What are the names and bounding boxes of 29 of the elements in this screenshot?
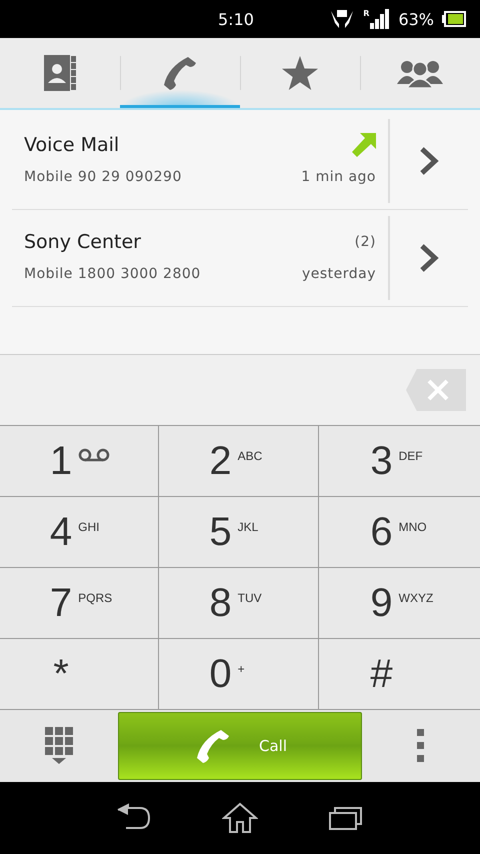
contacts-icon [44, 55, 76, 91]
battery-percent: 63% [398, 10, 434, 28]
close-icon [426, 378, 450, 402]
battery-icon [442, 11, 466, 27]
recent-apps-button[interactable] [328, 805, 364, 831]
chevron-icon [419, 146, 439, 176]
call-time: 1 min ago [301, 169, 376, 185]
clock: 5:10 [218, 10, 254, 28]
hands-icon [329, 9, 356, 29]
chevron-icon [419, 243, 439, 273]
dial-key[interactable]: 0+ [159, 639, 319, 710]
keypad-icon [45, 727, 73, 765]
star-icon [282, 56, 318, 90]
phone-icon [162, 55, 198, 91]
dial-key[interactable]: 1 [0, 426, 159, 497]
dial-key[interactable]: # [319, 639, 480, 710]
contact-name: Voice Mail [24, 134, 120, 156]
voicemail-icon [78, 448, 110, 462]
phone-number: Mobile 90 29 090290 [24, 169, 182, 185]
group-icon [397, 58, 443, 88]
call-time: yesterday [302, 266, 376, 282]
phone-number: Mobile 1800 3000 2800 [24, 266, 201, 282]
home-button[interactable] [222, 802, 258, 834]
menu-icon [417, 729, 425, 763]
roaming-indicator: R [363, 9, 370, 18]
contact-name: Sony Center [24, 231, 141, 253]
signal-icon [370, 9, 390, 29]
call-count: (2) [354, 234, 376, 250]
dial-key[interactable]: * [0, 639, 159, 710]
